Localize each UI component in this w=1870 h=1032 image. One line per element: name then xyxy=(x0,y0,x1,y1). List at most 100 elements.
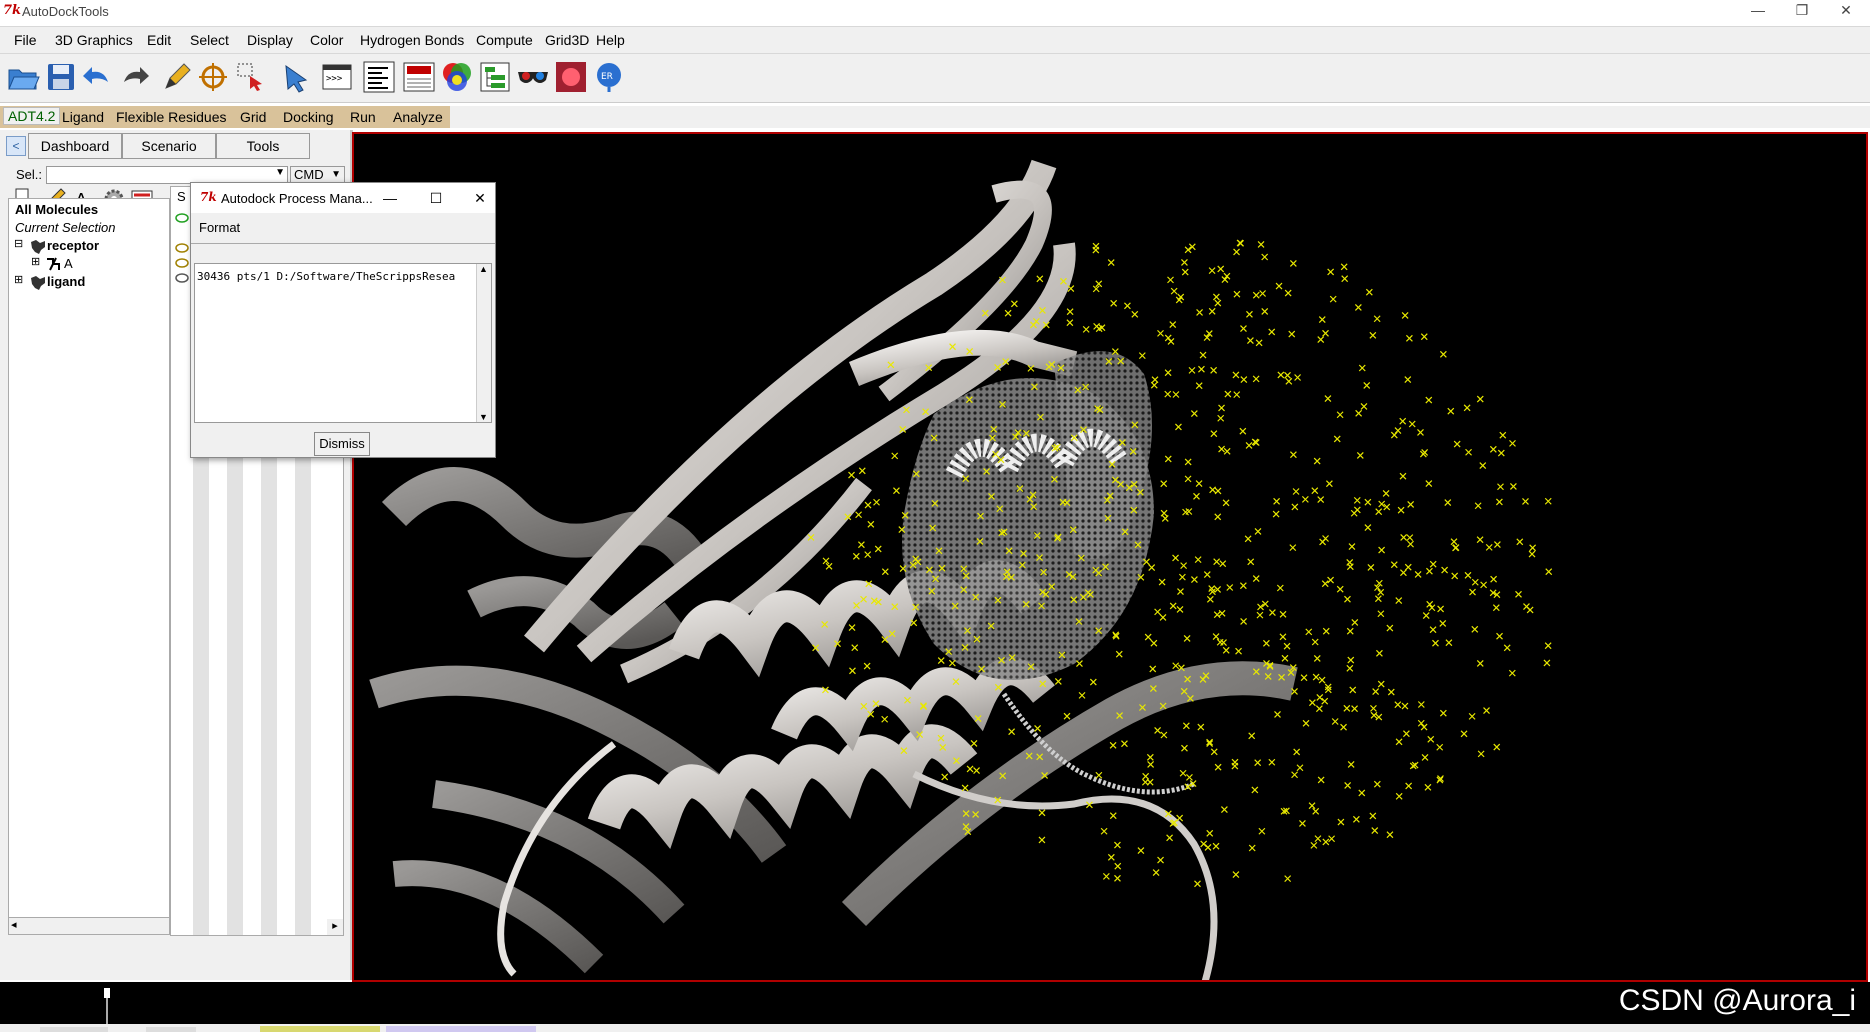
tree-current-selection[interactable]: Current Selection xyxy=(15,220,115,235)
render-icon[interactable] xyxy=(554,60,588,94)
3d-viewer[interactable] xyxy=(352,132,1868,1016)
close-button[interactable]: ✕ xyxy=(1824,0,1868,22)
scroll-left-icon[interactable]: ◂ xyxy=(11,918,17,931)
ligand-point xyxy=(1348,543,1356,551)
ligand-point xyxy=(1206,595,1214,603)
tab-dashboard[interactable]: Dashboard xyxy=(28,133,122,159)
menu-help[interactable]: Help xyxy=(596,32,625,48)
menu-display[interactable]: Display xyxy=(247,32,293,48)
expand-chain-icon[interactable]: ⊞ xyxy=(31,255,40,268)
ligand-point xyxy=(1212,633,1220,640)
ligand-point xyxy=(1425,480,1433,487)
ligand-point xyxy=(1169,321,1177,329)
minimize-button[interactable]: — xyxy=(1736,0,1780,22)
dialog-title-bar[interactable]: 7k Autodock Process Mana... — ☐ ✕ xyxy=(191,183,495,213)
adt-version-button[interactable]: ADT4.2 xyxy=(3,107,61,125)
autodock-icon[interactable]: ER xyxy=(592,60,626,94)
ligand-point xyxy=(1184,458,1192,466)
ligand-point xyxy=(1395,738,1403,746)
ligand-point xyxy=(1213,558,1221,566)
crosshair-icon[interactable] xyxy=(196,60,230,94)
scroll-right-icon[interactable]: ▸ xyxy=(327,919,343,935)
ligand-point xyxy=(1377,680,1385,688)
frame-slider-handle[interactable] xyxy=(104,988,110,998)
color-icon[interactable] xyxy=(440,60,474,94)
ligand-point xyxy=(1066,308,1074,316)
process-list[interactable]: 30436 pts/1 D:/Software/TheScrippsResea … xyxy=(194,263,492,423)
menu-bar: File 3D Graphics Edit Select Display Col… xyxy=(0,26,1870,54)
ligand-point xyxy=(1214,487,1222,495)
dialog-menu-format[interactable]: Format xyxy=(199,220,240,235)
ligand-point xyxy=(1382,490,1390,497)
expand-receptor-icon[interactable]: ⊟ xyxy=(14,237,23,250)
dialog-maximize-button[interactable]: ☐ xyxy=(421,187,451,209)
menu-compute[interactable]: Compute xyxy=(476,32,533,48)
process-list-scrollbar[interactable]: ▲ ▼ xyxy=(476,264,491,422)
collapse-panel-icon[interactable]: < xyxy=(6,136,26,156)
molecule-rendering[interactable] xyxy=(354,134,1866,1016)
scroll-up-icon[interactable]: ▲ xyxy=(479,264,488,274)
show-toggle-receptor-icon[interactable] xyxy=(175,243,189,253)
pencil-icon[interactable] xyxy=(160,60,194,94)
show-toggle-all-icon[interactable] xyxy=(175,213,189,223)
menu-hydrogen-bonds[interactable]: Hydrogen Bonds xyxy=(360,32,464,48)
menu-file[interactable]: File xyxy=(14,32,37,48)
menu-select[interactable]: Select xyxy=(190,32,229,48)
ligand-point xyxy=(1383,503,1391,511)
restore-button[interactable]: ❐ xyxy=(1780,0,1824,22)
show-toggle-ligand-icon[interactable] xyxy=(175,273,189,283)
ligand-point xyxy=(1336,585,1344,593)
ligand-point xyxy=(893,487,900,495)
show-toggle-chain-icon[interactable] xyxy=(175,258,189,268)
tree-hscrollbar[interactable]: ◂ xyxy=(9,917,169,934)
menu-grid3d[interactable]: Grid3D xyxy=(545,32,589,48)
ligand-point xyxy=(1353,496,1361,504)
adt-ligand[interactable]: Ligand xyxy=(62,109,104,125)
ligand-point xyxy=(1288,330,1296,338)
expand-ligand-icon[interactable]: ⊞ xyxy=(14,273,23,286)
tab-scenario[interactable]: Scenario xyxy=(122,133,216,159)
ligand-point xyxy=(1210,366,1218,374)
ligand-point xyxy=(1107,259,1115,266)
ligand-point xyxy=(1038,809,1046,817)
scroll-down-icon[interactable]: ▼ xyxy=(479,412,488,422)
stereo-glasses-icon[interactable] xyxy=(516,60,550,94)
menu-edit[interactable]: Edit xyxy=(147,32,171,48)
tree-all-molecules[interactable]: All Molecules xyxy=(15,202,98,217)
open-folder-icon[interactable] xyxy=(6,60,40,94)
python-shell-icon[interactable]: >>> xyxy=(320,60,354,94)
tree-receptor[interactable]: receptor xyxy=(47,238,99,253)
adt-grid[interactable]: Grid xyxy=(240,109,266,125)
dialog-minimize-button[interactable]: — xyxy=(375,187,405,209)
ligand-point xyxy=(1146,778,1154,786)
save-icon[interactable] xyxy=(44,60,78,94)
ligand-point xyxy=(1213,611,1221,619)
dismiss-button[interactable]: Dismiss xyxy=(314,432,370,456)
ligand-point xyxy=(1424,783,1432,791)
adt-run[interactable]: Run xyxy=(350,109,376,125)
menu-3d-graphics[interactable]: 3D Graphics xyxy=(55,32,133,48)
adt-flexible-residues[interactable]: Flexible Residues xyxy=(116,109,227,125)
ligand-point xyxy=(1054,678,1062,685)
dialog-close-button[interactable]: ✕ xyxy=(465,187,495,209)
pointer-icon[interactable] xyxy=(280,60,314,94)
ligand-point xyxy=(848,624,856,631)
ligand-point xyxy=(1208,267,1216,275)
ligand-point xyxy=(1508,669,1516,677)
sel-dropdown-icon[interactable]: ▼ xyxy=(275,167,285,178)
tree-ligand[interactable]: ligand xyxy=(47,274,85,289)
process-line[interactable]: 30436 pts/1 D:/Software/TheScrippsResea xyxy=(197,270,473,283)
tree-chain-a[interactable]: A xyxy=(64,256,73,271)
dashboard-icon[interactable] xyxy=(402,60,436,94)
adt-analyze[interactable]: Analyze xyxy=(393,109,443,125)
text-align-icon[interactable] xyxy=(362,60,396,94)
undo-icon[interactable] xyxy=(80,60,114,94)
menu-color[interactable]: Color xyxy=(310,32,343,48)
ligand-point xyxy=(910,619,918,627)
adt-docking[interactable]: Docking xyxy=(283,109,334,125)
redo-icon[interactable] xyxy=(118,60,152,94)
ligand-point xyxy=(1370,711,1378,719)
selection-icon[interactable] xyxy=(234,60,268,94)
tree-icon[interactable] xyxy=(478,60,512,94)
tab-tools[interactable]: Tools xyxy=(216,133,310,159)
